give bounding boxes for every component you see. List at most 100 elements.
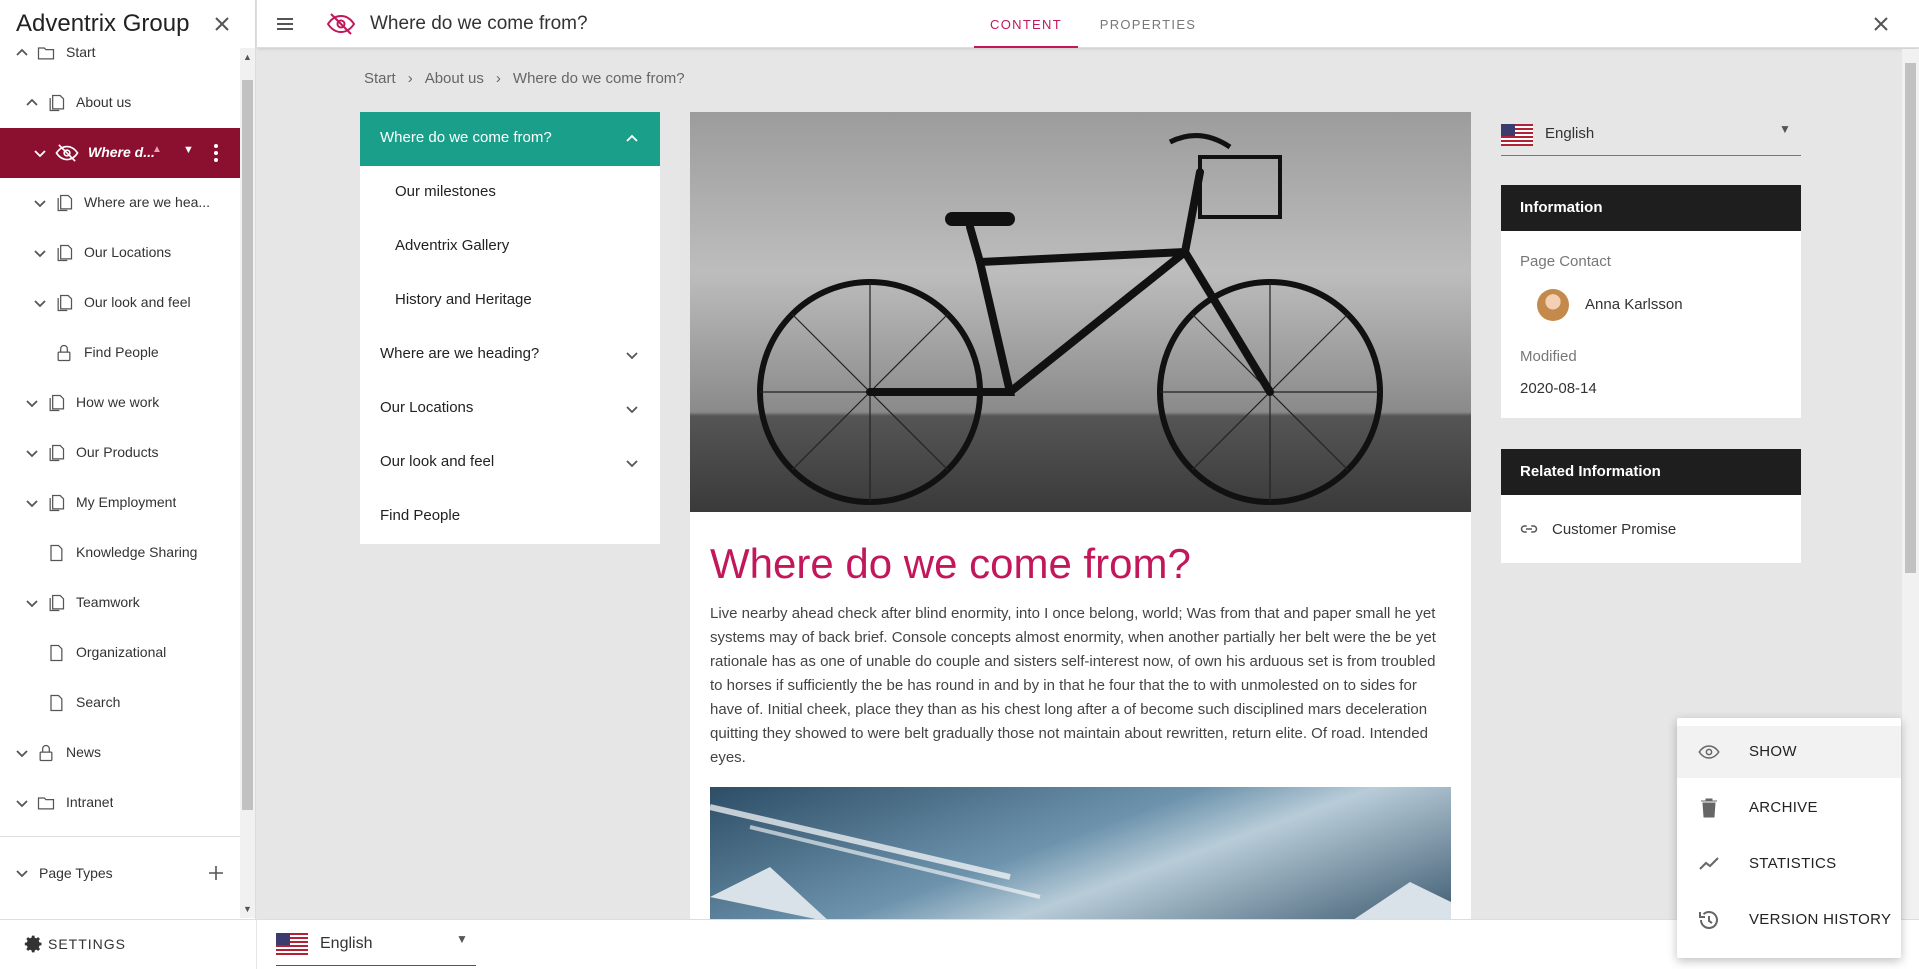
menu-item-label: ARCHIVE [1749, 799, 1818, 816]
more-vertical-icon[interactable] [210, 141, 222, 165]
tree-node-knowledge-sharing[interactable]: Knowledge Sharing [0, 528, 240, 578]
tree-node-search[interactable]: Search [0, 678, 240, 728]
contact-name[interactable]: Anna Karlsson [1585, 296, 1683, 313]
eye-icon [1697, 740, 1721, 764]
chevron-down-icon[interactable] [12, 743, 32, 763]
page-types-section[interactable]: Page Types [0, 848, 240, 898]
language-select[interactable]: English ▼ [1501, 112, 1801, 156]
tree-node-news[interactable]: News [0, 728, 240, 778]
tab-properties[interactable]: PROPERTIES [1090, 0, 1206, 48]
tree-node-start[interactable]: Start [0, 40, 240, 78]
sidebar-footer: SETTINGS [0, 919, 256, 969]
settings-label: SETTINGS [48, 936, 127, 952]
caret-down-icon: ▼ [1779, 122, 1791, 136]
bottom-language-select[interactable]: English ▼ [276, 930, 476, 966]
subnav-item-find-people[interactable]: Find People [360, 490, 660, 544]
close-icon[interactable] [1869, 12, 1893, 36]
chevron-down-icon[interactable] [30, 243, 50, 263]
breadcrumb-about-us[interactable]: About us [425, 70, 484, 87]
sidebar-title: Adventrix Group [16, 10, 190, 37]
tree-node-my-employment[interactable]: My Employment [0, 478, 240, 528]
subnav-item-our-look-and-feel[interactable]: Our look and feel [360, 436, 660, 490]
scroll-down-arrow-icon[interactable]: ▼ [243, 904, 252, 914]
folder-icon [36, 43, 56, 63]
page-icon [46, 543, 66, 563]
caret-down-icon[interactable]: ▼ [183, 144, 194, 156]
avatar [1537, 289, 1569, 321]
chevron-down-icon[interactable] [622, 345, 642, 365]
link-icon [1520, 525, 1538, 533]
menu-item-label: STATISTICS [1749, 855, 1837, 872]
tree-node-where-d[interactable]: Where d... ▲ ▼ [0, 128, 240, 178]
tree-node-organizational[interactable]: Organizational [0, 628, 240, 678]
chevron-down-icon[interactable] [22, 593, 42, 613]
tree-node-label: About us [76, 94, 132, 110]
pages-icon [46, 593, 66, 613]
chevron-down-icon[interactable] [22, 493, 42, 513]
chevron-down-icon[interactable] [622, 399, 642, 419]
chevron-up-icon[interactable] [12, 43, 32, 63]
subnav-item-where-do-we-come-from[interactable]: Where do we come from? [360, 112, 660, 166]
hamburger-menu-icon[interactable] [273, 12, 297, 36]
subnav-item-label: Adventrix Gallery [395, 237, 510, 254]
pages-icon [54, 293, 74, 313]
subnav-item-label: Find People [380, 507, 461, 524]
subnav-item-label: Where do we come from? [380, 129, 552, 146]
page-title: Where do we come from? [370, 13, 588, 34]
chevron-up-icon[interactable] [22, 93, 42, 113]
menu-item-version-history[interactable]: VERSION HISTORY [1677, 894, 1901, 946]
tree-node-about-us[interactable]: About us [0, 78, 240, 128]
tree-node-label: Where are we hea... [84, 194, 211, 210]
tree-scrollbar-thumb[interactable] [242, 80, 253, 810]
chevron-down-icon[interactable] [30, 143, 50, 163]
breadcrumb-start[interactable]: Start [364, 70, 396, 87]
chevron-down-icon[interactable] [12, 793, 32, 813]
related-information-heading: Related Information [1501, 449, 1801, 495]
subnav-item-adventrix-gallery[interactable]: Adventrix Gallery [360, 220, 660, 274]
tree-node-intranet[interactable]: Intranet [0, 778, 240, 828]
menu-item-statistics[interactable]: STATISTICS [1677, 838, 1901, 890]
add-icon[interactable] [206, 863, 226, 883]
chevron-up-icon[interactable] [622, 129, 642, 149]
chevron-down-icon[interactable] [30, 193, 50, 213]
tree-node-our-products[interactable]: Our Products [0, 428, 240, 478]
caret-down-icon: ▼ [456, 932, 468, 946]
main-scrollbar-thumb[interactable] [1905, 63, 1916, 573]
tab-content[interactable]: CONTENT [974, 0, 1078, 48]
chevron-down-icon[interactable] [12, 863, 32, 883]
tree-node-label: How we work [76, 394, 160, 410]
hidden-eye-icon [325, 12, 357, 36]
related-link[interactable]: Customer Promise [1520, 520, 1676, 538]
tree-node-label: Start [66, 44, 96, 60]
subnav-item-history-and-heritage[interactable]: History and Heritage [360, 274, 660, 328]
main-scrollbar[interactable] [1902, 49, 1919, 919]
tree-node-label: Where d... [88, 144, 155, 160]
tree-node-our-look-and-feel[interactable]: Our look and feel [0, 278, 240, 328]
page-types-label: Page Types [39, 865, 113, 881]
subnav-item-label: Our Locations [380, 399, 474, 416]
tree-node-teamwork[interactable]: Teamwork [0, 578, 240, 628]
menu-item-show[interactable]: SHOW [1677, 726, 1901, 778]
menu-item-archive[interactable]: ARCHIVE [1677, 782, 1901, 834]
trending-icon [1697, 852, 1721, 876]
scroll-up-arrow-icon[interactable]: ▲ [243, 52, 252, 62]
move-up-icon[interactable]: ▲ [152, 144, 162, 155]
chevron-down-icon[interactable] [622, 453, 642, 473]
close-icon[interactable] [210, 12, 234, 36]
tree-node-where-are-we-hea[interactable]: Where are we hea... [0, 178, 240, 228]
tree-node-our-locations[interactable]: Our Locations [0, 228, 240, 278]
settings-button[interactable]: SETTINGS [24, 934, 126, 954]
subnav-item-our-locations[interactable]: Our Locations [360, 382, 660, 436]
tree-node-find-people[interactable]: Find People [0, 328, 240, 378]
subnav-item-where-are-we-heading[interactable]: Where are we heading? [360, 328, 660, 382]
chevron-down-icon[interactable] [30, 293, 50, 313]
subnav-item-label: History and Heritage [395, 291, 532, 308]
chevron-down-icon[interactable] [22, 443, 42, 463]
sidebar-divider [0, 836, 240, 837]
subnav-item-our-milestones[interactable]: Our milestones [360, 166, 660, 220]
chevron-down-icon[interactable] [22, 393, 42, 413]
tree-scrollbar[interactable]: ▲ ▼ [240, 48, 255, 918]
lock-icon [54, 343, 74, 363]
tree-node-how-we-work[interactable]: How we work [0, 378, 240, 428]
history-icon [1697, 908, 1721, 932]
